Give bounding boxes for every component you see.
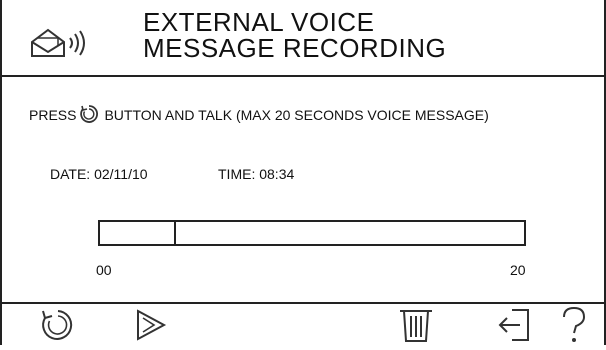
instructions: PRESS BUTTON AND TALK (MAX 20 SECONDS VO… — [29, 104, 589, 124]
play-icon — [137, 309, 167, 341]
help-icon — [563, 306, 586, 342]
recording-meta: DATE: 02/11/10 TIME: 08:34 — [50, 166, 294, 182]
time-label: TIME: — [218, 166, 256, 182]
time-group: TIME: 08:34 — [218, 166, 294, 182]
envelope-speaker-icon — [28, 24, 108, 64]
exit-icon — [498, 309, 529, 341]
progress-start-label: 00 — [96, 262, 112, 278]
help-button[interactable] — [552, 305, 596, 345]
delete-button[interactable] — [394, 305, 438, 345]
page-title: EXTERNAL VOICE MESSAGE RECORDING — [143, 9, 446, 61]
progress-fill — [100, 222, 177, 244]
instructions-prefix: PRESS — [29, 107, 77, 123]
header: EXTERNAL VOICE MESSAGE RECORDING — [0, 0, 606, 75]
header-divider — [0, 75, 606, 77]
title-line-2: MESSAGE RECORDING — [143, 33, 447, 63]
footer-divider — [0, 302, 606, 304]
play-button[interactable] — [130, 305, 174, 345]
date-value: 02/11/10 — [94, 166, 148, 182]
record-refresh-icon — [79, 104, 99, 124]
title-line-1: EXTERNAL VOICE — [143, 7, 375, 37]
date-label: DATE: — [50, 166, 91, 182]
record-button[interactable] — [36, 305, 80, 345]
instructions-suffix: BUTTON AND TALK (MAX 20 SECONDS VOICE ME… — [104, 107, 489, 123]
progress-end-label: 20 — [510, 262, 526, 278]
record-icon — [42, 310, 73, 340]
trash-icon — [400, 310, 432, 342]
exit-button[interactable] — [494, 305, 538, 345]
time-value: 08:34 — [259, 166, 295, 182]
recording-progress-bar — [98, 220, 526, 246]
